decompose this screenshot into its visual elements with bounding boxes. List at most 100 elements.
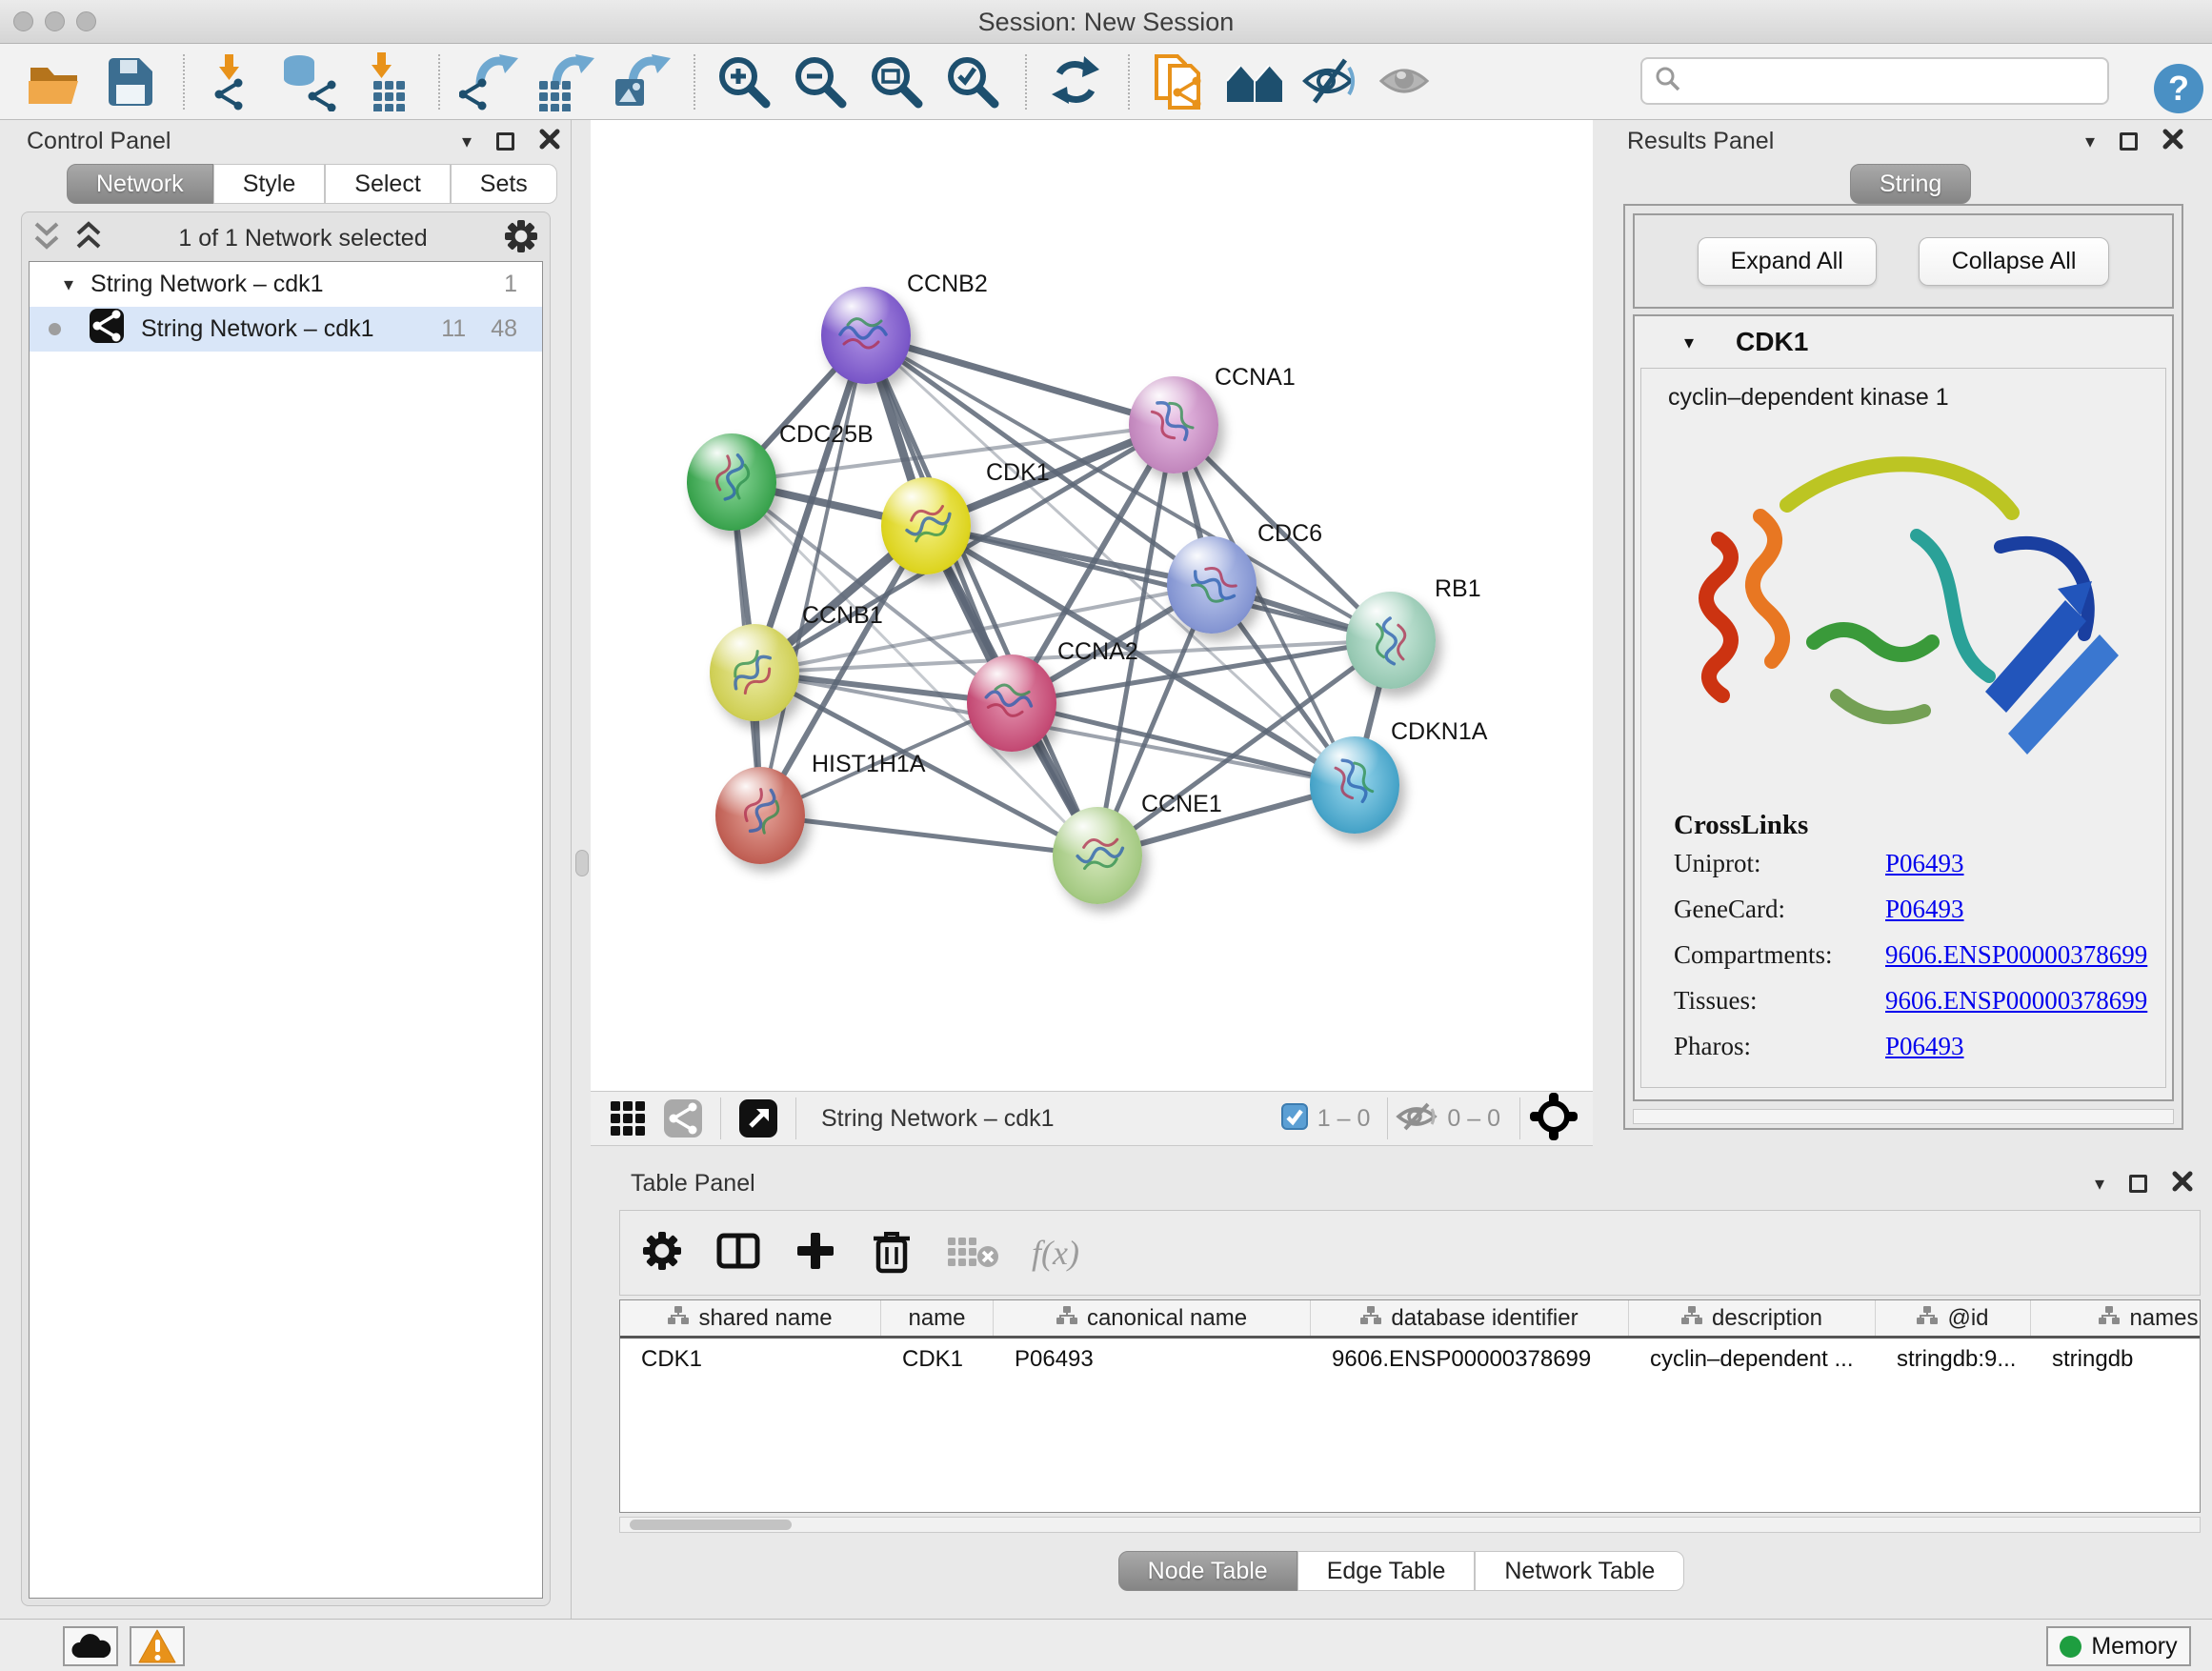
zoom-fit-icon[interactable] bbox=[865, 50, 928, 113]
clone-network-icon[interactable] bbox=[1147, 50, 1210, 113]
network-grid-view-icon[interactable] bbox=[606, 1097, 650, 1140]
entry-collapse-icon[interactable]: ▾ bbox=[1684, 331, 1694, 354]
fit-selected-crosshair-icon[interactable] bbox=[1530, 1093, 1578, 1145]
save-session-icon[interactable] bbox=[99, 50, 162, 113]
column-header--id[interactable]: @id bbox=[1876, 1300, 2031, 1336]
tab-string[interactable]: String bbox=[1850, 164, 1971, 204]
tab-network[interactable]: Network bbox=[67, 164, 213, 204]
network-canvas[interactable]: CCNB2 CCNA1 CDC25B CDK1 CDC6 RB1 CCNB1 C… bbox=[591, 120, 1593, 1091]
network-share-view-icon[interactable] bbox=[661, 1097, 705, 1140]
add-column-icon[interactable] bbox=[794, 1229, 837, 1278]
hide-glyphs-icon[interactable] bbox=[1299, 50, 1362, 113]
cell-description[interactable]: cyclin–dependent ... bbox=[1629, 1346, 1876, 1373]
column-header-namespace[interactable]: namespace bbox=[2031, 1300, 2201, 1336]
tab-sets[interactable]: Sets bbox=[451, 164, 557, 204]
cell-name[interactable]: CDK1 bbox=[881, 1346, 994, 1373]
tab-style[interactable]: Style bbox=[213, 164, 326, 204]
apply-layout-icon[interactable] bbox=[1044, 50, 1107, 113]
close-window-button[interactable] bbox=[13, 11, 33, 31]
warnings-button[interactable] bbox=[130, 1626, 185, 1666]
collapse-all-button[interactable]: Collapse All bbox=[1919, 237, 2110, 286]
control-panel-maximize-icon[interactable] bbox=[496, 132, 514, 151]
crosslink-link[interactable]: P06493 bbox=[1885, 1032, 1964, 1061]
edge-CCNB2-CCNA1[interactable] bbox=[866, 335, 1174, 425]
import-table-icon[interactable] bbox=[354, 50, 417, 113]
results-panel-close-icon[interactable] bbox=[2162, 129, 2183, 154]
export-network-icon[interactable] bbox=[457, 50, 520, 113]
node-CDKN1A[interactable] bbox=[1310, 736, 1399, 834]
table-panel-close-icon[interactable] bbox=[2172, 1171, 2193, 1197]
hidden-eye-slash-icon[interactable] bbox=[1396, 1100, 1438, 1137]
tab-network-table[interactable]: Network Table bbox=[1475, 1551, 1684, 1591]
expand-all-button[interactable]: Expand All bbox=[1698, 237, 1877, 286]
cell-canonical-name[interactable]: P06493 bbox=[994, 1346, 1311, 1373]
column-header-name[interactable]: name bbox=[881, 1300, 994, 1336]
table-panel-float-icon[interactable]: ▾ bbox=[2095, 1172, 2104, 1196]
tab-node-table[interactable]: Node Table bbox=[1118, 1551, 1297, 1591]
scrollbar-thumb[interactable] bbox=[630, 1520, 792, 1530]
column-header-shared-name[interactable]: shared name bbox=[620, 1300, 881, 1336]
expand-all-networks-icon[interactable] bbox=[74, 220, 103, 257]
selected-checkbox-icon[interactable] bbox=[1281, 1103, 1308, 1135]
network-collection-row[interactable]: ▾ String Network – cdk1 1 bbox=[30, 262, 542, 307]
minimize-window-button[interactable] bbox=[45, 11, 65, 31]
results-panel-maximize-icon[interactable] bbox=[2120, 132, 2138, 151]
cell--id[interactable]: stringdb:9... bbox=[1876, 1346, 2031, 1373]
edge-HIST1H1A-CCNE1[interactable] bbox=[760, 815, 1097, 856]
node-CDK1[interactable] bbox=[881, 477, 971, 574]
crosslink-link[interactable]: P06493 bbox=[1885, 849, 1964, 878]
column-header-description[interactable]: description bbox=[1629, 1300, 1876, 1336]
node-CCNB1[interactable] bbox=[710, 624, 799, 721]
node-CDC6[interactable] bbox=[1167, 536, 1257, 634]
zoom-in-icon[interactable] bbox=[713, 50, 775, 113]
table-horizontal-scrollbar[interactable] bbox=[619, 1517, 2201, 1533]
table-row[interactable]: CDK1CDK1P064939606.ENSP00000378699cyclin… bbox=[620, 1339, 2200, 1380]
search-box[interactable] bbox=[1640, 57, 2109, 105]
node-CCNA1[interactable] bbox=[1129, 376, 1218, 473]
column-header-canonical-name[interactable]: canonical name bbox=[994, 1300, 1311, 1336]
table-panel-maximize-icon[interactable] bbox=[2129, 1175, 2147, 1193]
delete-column-icon[interactable] bbox=[870, 1227, 914, 1279]
open-session-icon[interactable] bbox=[23, 50, 86, 113]
maximize-window-button[interactable] bbox=[76, 11, 96, 31]
zoom-out-icon[interactable] bbox=[789, 50, 852, 113]
results-panel-float-icon[interactable]: ▾ bbox=[2085, 130, 2095, 153]
crosslink-link[interactable]: P06493 bbox=[1885, 895, 1964, 924]
window-controls[interactable] bbox=[13, 11, 96, 31]
cell-database-identifier[interactable]: 9606.ENSP00000378699 bbox=[1311, 1346, 1629, 1373]
show-columns-icon[interactable] bbox=[715, 1228, 761, 1278]
zoom-selected-icon[interactable] bbox=[941, 50, 1004, 113]
memory-button[interactable]: Memory bbox=[2046, 1626, 2191, 1666]
cloud-status-button[interactable] bbox=[63, 1626, 118, 1666]
tab-select[interactable]: Select bbox=[325, 164, 450, 204]
collapse-all-networks-icon[interactable] bbox=[32, 220, 61, 257]
network-row[interactable]: String Network – cdk1 11 48 bbox=[30, 307, 542, 352]
import-database-icon[interactable] bbox=[278, 50, 341, 113]
node-CDC25B[interactable] bbox=[687, 433, 776, 531]
search-input[interactable] bbox=[1682, 68, 2092, 95]
export-table-icon[interactable] bbox=[533, 50, 596, 113]
cell-shared-name[interactable]: CDK1 bbox=[620, 1346, 881, 1373]
left-splitter-handle[interactable] bbox=[575, 850, 589, 876]
cell-namespace[interactable]: stringdb bbox=[2031, 1346, 2201, 1373]
tab-edge-table[interactable]: Edge Table bbox=[1297, 1551, 1476, 1591]
collection-expand-icon[interactable]: ▾ bbox=[64, 272, 73, 296]
crosslink-link[interactable]: 9606.ENSP00000378699 bbox=[1885, 986, 2147, 1016]
table-options-gear-icon[interactable] bbox=[641, 1230, 683, 1277]
node-CCNB2[interactable] bbox=[821, 287, 911, 384]
birds-eye-view-icon[interactable] bbox=[736, 1097, 780, 1140]
show-graphics-details-icon[interactable] bbox=[1376, 50, 1438, 113]
import-network-icon[interactable] bbox=[202, 50, 265, 113]
network-options-gear-icon[interactable] bbox=[503, 218, 539, 259]
node-HIST1H1A[interactable] bbox=[715, 767, 805, 864]
results-scrollbar[interactable] bbox=[1633, 1109, 2174, 1124]
crosslink-link[interactable]: 9606.ENSP00000378699 bbox=[1885, 940, 2147, 970]
string-home-icon[interactable] bbox=[1223, 50, 1286, 113]
column-header-database-identifier[interactable]: database identifier bbox=[1311, 1300, 1629, 1336]
node-RB1[interactable] bbox=[1346, 592, 1436, 689]
control-panel-close-icon[interactable] bbox=[539, 129, 560, 154]
control-panel-float-icon[interactable]: ▾ bbox=[462, 130, 472, 153]
export-image-icon[interactable] bbox=[610, 50, 673, 113]
node-CCNE1[interactable] bbox=[1053, 807, 1142, 904]
node-CCNA2[interactable] bbox=[967, 654, 1056, 752]
